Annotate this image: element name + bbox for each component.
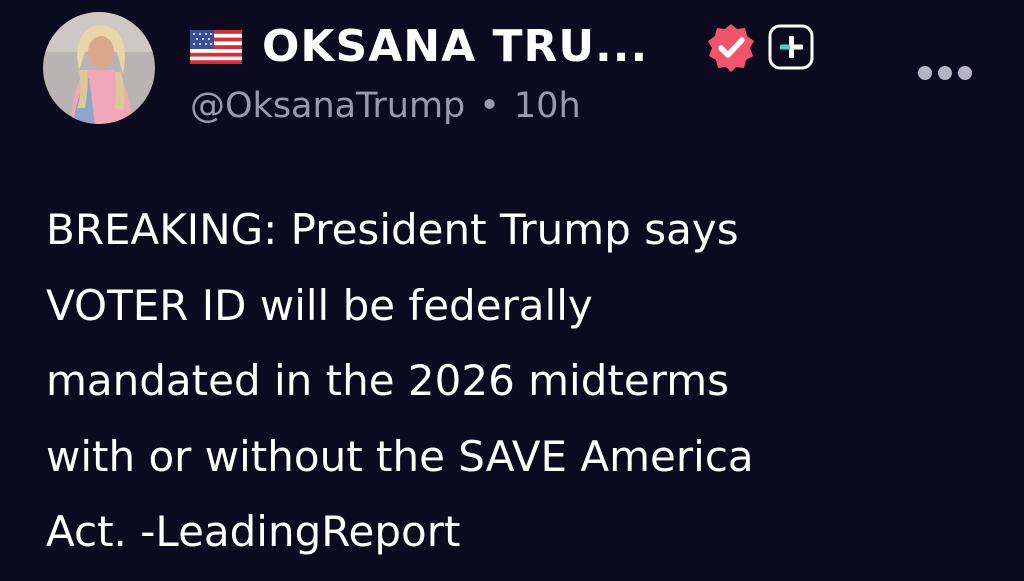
author-handle[interactable]: @OksanaTrump (190, 86, 465, 126)
post-meta: @OksanaTrump • 10h (190, 82, 581, 130)
post-card: OKSANA TRU... @OksanaTrump • 10h BREAKING:… (0, 0, 1024, 581)
post-body-text: BREAKING: President Trump says VOTER ID … (46, 205, 754, 556)
avatar[interactable] (43, 12, 155, 124)
verified-badge-icon (706, 22, 756, 72)
plus-icon[interactable] (768, 24, 814, 70)
meta-separator: • (479, 86, 500, 126)
display-name[interactable]: OKSANA TRU... (262, 22, 648, 72)
post-header: OKSANA TRU... (190, 22, 814, 72)
more-options-icon[interactable] (916, 62, 974, 84)
post-timestamp[interactable]: 10h (514, 86, 581, 126)
us-flag-icon (190, 30, 242, 64)
